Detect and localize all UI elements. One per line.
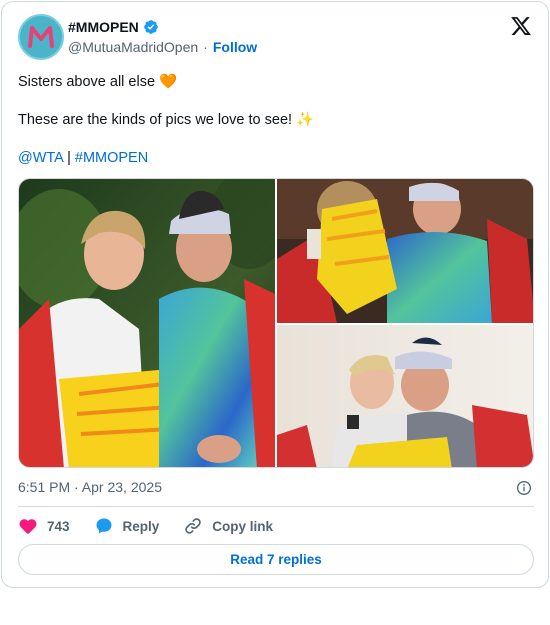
reply-label: Reply: [122, 518, 160, 534]
avatar[interactable]: [18, 14, 64, 60]
link-icon: [183, 516, 203, 536]
tweet-tags-line: @WTA | #MMOPEN: [18, 149, 518, 168]
divider: [18, 506, 534, 507]
photo-1[interactable]: [19, 179, 275, 467]
timestamp-row: 6:51 PM · Apr 23, 2025: [18, 479, 534, 495]
handle[interactable]: @MutuaMadridOpen: [68, 39, 198, 55]
hashtag-link[interactable]: #MMOPEN: [75, 150, 148, 166]
separator-dot: ·: [203, 39, 208, 55]
copy-link-button[interactable]: Copy link: [183, 516, 273, 536]
x-logo-icon[interactable]: [510, 15, 532, 37]
follow-button[interactable]: Follow: [213, 39, 257, 55]
photo-3[interactable]: [277, 325, 533, 467]
timestamp[interactable]: 6:51 PM · Apr 23, 2025: [18, 479, 162, 495]
read-replies-button[interactable]: Read 7 replies: [18, 544, 534, 575]
reply-bubble-icon: [94, 516, 114, 536]
tweet-text: Sisters above all else 🧡 These are the k…: [18, 73, 518, 168]
mention-link[interactable]: @WTA: [18, 150, 63, 166]
action-bar: 743 Reply Copy link: [18, 514, 297, 538]
verified-badge-icon: [143, 19, 159, 35]
info-icon[interactable]: [516, 480, 532, 496]
like-count: 743: [47, 518, 70, 534]
read-replies-label: Read 7 replies: [230, 552, 322, 567]
display-name[interactable]: #MMOPEN: [68, 19, 139, 35]
tweet-line-2: These are the kinds of pics we love to s…: [18, 112, 315, 128]
tweet-line-1: Sisters above all else 🧡: [18, 74, 178, 90]
media-grid: [18, 178, 534, 468]
avatar-logo-icon: [22, 18, 60, 56]
tag-separator: |: [63, 150, 75, 166]
copy-link-label: Copy link: [212, 518, 274, 534]
reply-button[interactable]: Reply: [94, 516, 160, 536]
photo-2[interactable]: [277, 179, 533, 323]
heart-icon: [18, 516, 38, 536]
tweet-card: #MMOPEN @MutuaMadridOpen · Follow Sister…: [1, 1, 549, 588]
like-button[interactable]: 743: [18, 516, 70, 536]
